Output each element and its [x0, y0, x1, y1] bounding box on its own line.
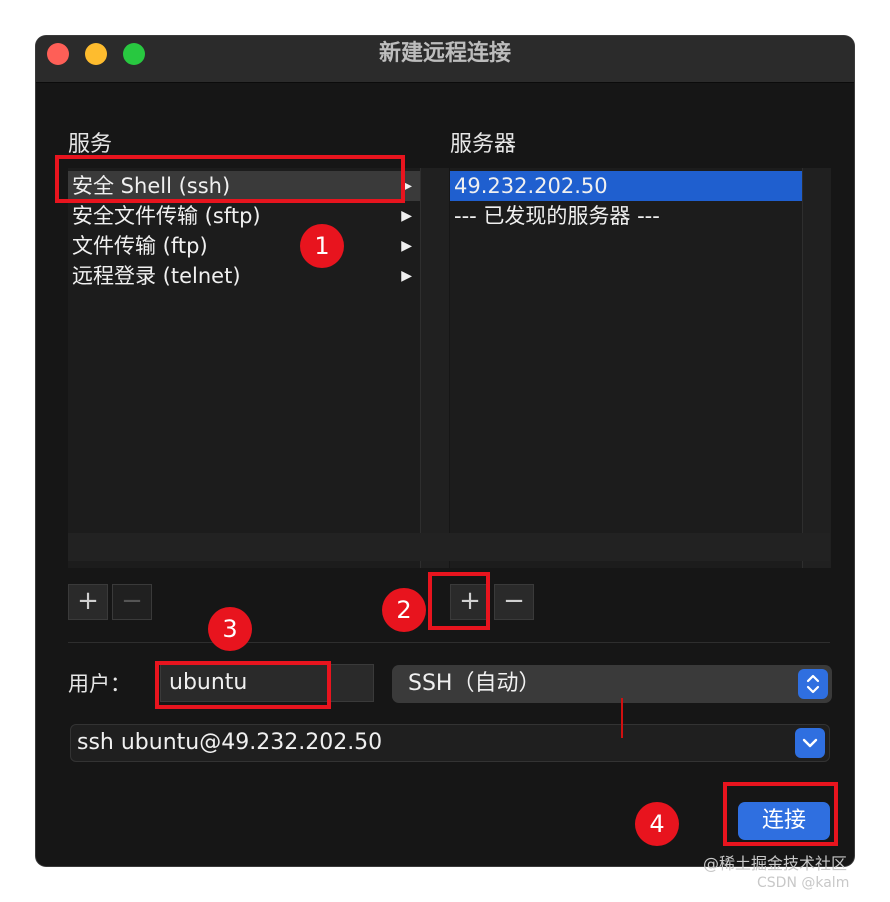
server-item-label: --- 已发现的服务器 --- — [454, 204, 660, 228]
services-list[interactable]: 安全 Shell (ssh) ▶ 安全文件传输 (sftp) ▶ 文件传输 (f… — [68, 168, 420, 568]
annotation-number-3: 3 — [208, 607, 252, 651]
service-item-label: 文件传输 (ftp) — [72, 234, 208, 258]
service-item-label: 远程登录 (telnet) — [72, 264, 241, 288]
command-combobox[interactable]: ssh ubuntu@49.232.202.50 — [70, 724, 830, 762]
annotation-box-connect — [723, 782, 838, 846]
service-item-ftp[interactable]: 文件传输 (ftp) ▶ — [68, 231, 420, 261]
servers-scrollbar[interactable] — [802, 168, 831, 568]
service-item-sftp[interactable]: 安全文件传输 (sftp) ▶ — [68, 201, 420, 231]
chevron-right-icon: ▶ — [401, 208, 412, 224]
command-value: ssh ubuntu@49.232.202.50 — [77, 730, 383, 755]
title-bar: 新建远程连接 — [36, 36, 854, 83]
chevron-right-icon: ▶ — [401, 238, 412, 254]
annotation-number-2: 2 — [382, 588, 426, 632]
up-down-arrows-icon — [798, 669, 828, 699]
server-discovered-header: --- 已发现的服务器 --- — [450, 201, 802, 231]
remove-server-button[interactable]: − — [494, 584, 534, 620]
annotation-box-service — [55, 155, 405, 203]
protocol-select-value: SSH（自动） — [408, 671, 541, 696]
section-divider — [68, 642, 830, 643]
user-label: 用户： — [68, 672, 131, 696]
add-service-button[interactable]: + — [68, 584, 108, 620]
watermark-csdn: CSDN @kalm — [757, 875, 850, 891]
annotation-box-user — [155, 661, 331, 709]
annotation-line — [621, 698, 623, 738]
chevron-down-icon[interactable] — [795, 728, 825, 758]
services-label: 服务 — [68, 132, 113, 157]
servers-list[interactable]: 49.232.202.50 --- 已发现的服务器 --- — [450, 168, 802, 568]
horizontal-scrollbar[interactable] — [68, 533, 830, 561]
services-scrollbar[interactable] — [420, 168, 449, 568]
protocol-select[interactable]: SSH（自动） — [392, 665, 832, 703]
watermark-juejin: @稀土掘金技术社区 — [703, 854, 848, 873]
annotation-number-4: 4 — [635, 802, 679, 846]
service-item-label: 安全文件传输 (sftp) — [72, 204, 261, 228]
server-item[interactable]: 49.232.202.50 — [450, 171, 802, 201]
window-title: 新建远程连接 — [378, 41, 511, 66]
server-item-label: 49.232.202.50 — [454, 174, 608, 198]
servers-label: 服务器 — [450, 132, 517, 157]
remove-service-button[interactable]: − — [112, 584, 152, 620]
service-item-telnet[interactable]: 远程登录 (telnet) ▶ — [68, 261, 420, 291]
annotation-number-1: 1 — [300, 224, 344, 268]
chevron-right-icon: ▶ — [401, 268, 412, 284]
annotation-box-add-server — [428, 572, 490, 630]
